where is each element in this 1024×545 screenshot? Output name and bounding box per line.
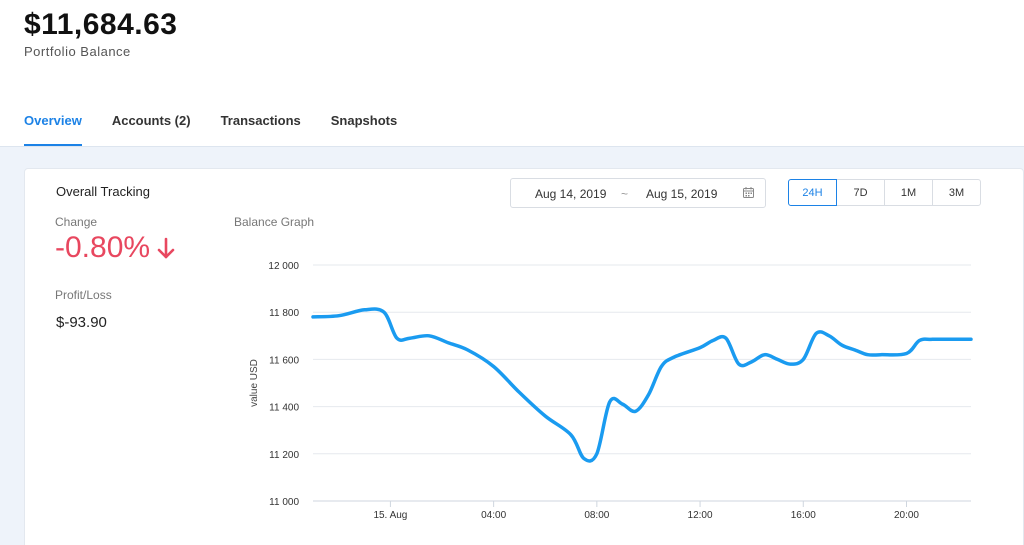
overall-tracking-card: Overall Tracking Aug 14, 2019 ~ Aug 15, … <box>24 168 1024 545</box>
balance-line-chart: 11 000 11 200 11 400 11 600 11 800 12 000 15. … <box>249 261 973 521</box>
portfolio-balance-value: $11,684.63 <box>24 8 178 41</box>
y-tick-label: 11 400 <box>269 403 299 414</box>
x-tick-label: 04:00 <box>481 510 506 521</box>
range-24h-button[interactable]: 24H <box>788 179 837 206</box>
balance-series-line <box>311 307 973 463</box>
tab-bar: Overview Accounts (2) Transactions Snaps… <box>24 112 427 146</box>
tab-transactions[interactable]: Transactions <box>221 112 301 146</box>
y-tick-label: 11 000 <box>269 497 299 508</box>
tab-overview[interactable]: Overview <box>24 112 82 146</box>
y-axis-label: value USD <box>249 359 260 407</box>
x-tick-label: 16:00 <box>791 510 816 521</box>
balance-header: $11,684.63 Portfolio Balance <box>24 8 178 59</box>
x-tick-label: 08:00 <box>584 510 609 521</box>
y-tick-label: 12 000 <box>268 261 299 272</box>
y-tick-label: 11 800 <box>269 308 299 319</box>
x-tick-label: 12:00 <box>688 510 713 521</box>
tab-accounts[interactable]: Accounts (2) <box>112 112 191 146</box>
portfolio-balance-label: Portfolio Balance <box>24 44 131 59</box>
x-tick-label: 20:00 <box>894 510 919 521</box>
y-tick-label: 11 600 <box>269 355 299 366</box>
tab-snapshots[interactable]: Snapshots <box>331 112 397 146</box>
y-tick-label: 11 200 <box>269 450 299 461</box>
x-tick-label: 15. Aug <box>373 510 407 521</box>
